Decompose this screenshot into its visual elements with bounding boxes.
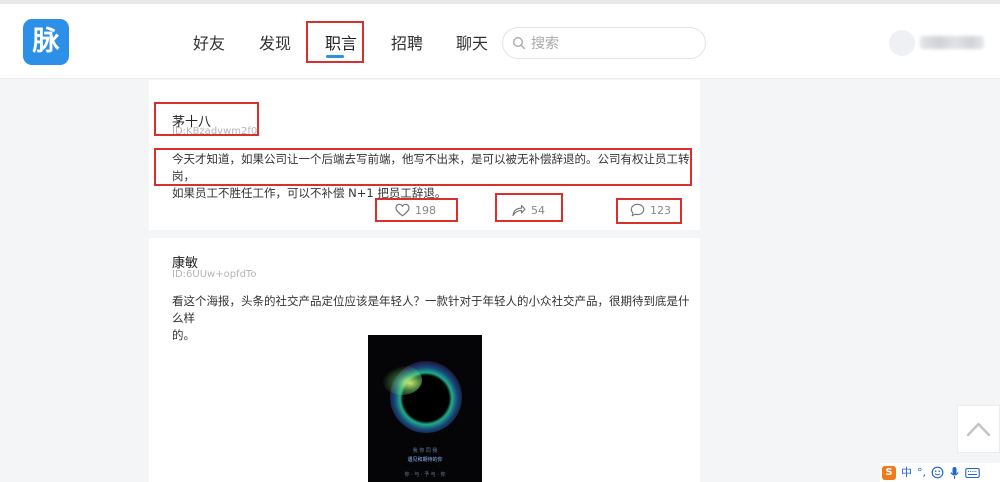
top-header: 脉 好友 发现 职言 招聘 聊天 — [0, 4, 1000, 79]
chevron-up-icon — [966, 422, 991, 437]
ime-language[interactable]: 中 — [901, 466, 912, 480]
post-content-line: 看这个海报，头条的社交产品定位应该是年轻人？一款针对于年轻人的小众社交产品，很期… — [172, 294, 690, 325]
microphone-icon[interactable] — [949, 466, 960, 480]
nav-jobs[interactable]: 招聘 — [391, 30, 423, 54]
highlight-box-content — [154, 148, 692, 186]
sogou-logo-icon[interactable]: S — [882, 465, 896, 480]
search-icon — [512, 36, 526, 50]
avatar[interactable] — [889, 30, 915, 56]
highlight-box-comment — [616, 198, 682, 224]
post-author-id: ID:6UUw+opfdTo — [172, 269, 257, 280]
nav-chat[interactable]: 聊天 — [456, 30, 488, 54]
highlight-box-like — [375, 198, 458, 222]
poster-text: 遇见和期待的你 — [407, 457, 443, 463]
search-box[interactable] — [502, 27, 706, 59]
highlight-box-author — [154, 102, 259, 136]
search-input[interactable] — [529, 32, 698, 56]
nav-friends[interactable]: 好友 — [193, 30, 225, 54]
post-image-poster[interactable]: 我 你 同 我 遇见和期待的你 你 · 与 · 予 与 · 你 — [368, 335, 482, 482]
app-logo[interactable]: 脉 — [23, 19, 69, 65]
nav-discover[interactable]: 发现 — [259, 30, 291, 54]
scroll-top-button[interactable] — [957, 405, 1000, 453]
post-divider — [149, 230, 700, 238]
ime-toolbar: S 中 °, — [880, 463, 1000, 482]
highlight-box-nav — [306, 21, 364, 63]
username-blurred[interactable] — [920, 36, 984, 49]
smiley-icon[interactable] — [931, 466, 944, 479]
keyboard-icon[interactable] — [965, 467, 980, 479]
highlight-box-share — [495, 193, 563, 222]
ime-punctuation[interactable]: °, — [917, 466, 926, 480]
poster-text: 我 你 同 我 — [412, 448, 438, 454]
poster-text: 你 · 与 · 予 与 · 你 — [404, 472, 446, 478]
eclipse-flare — [382, 365, 422, 395]
